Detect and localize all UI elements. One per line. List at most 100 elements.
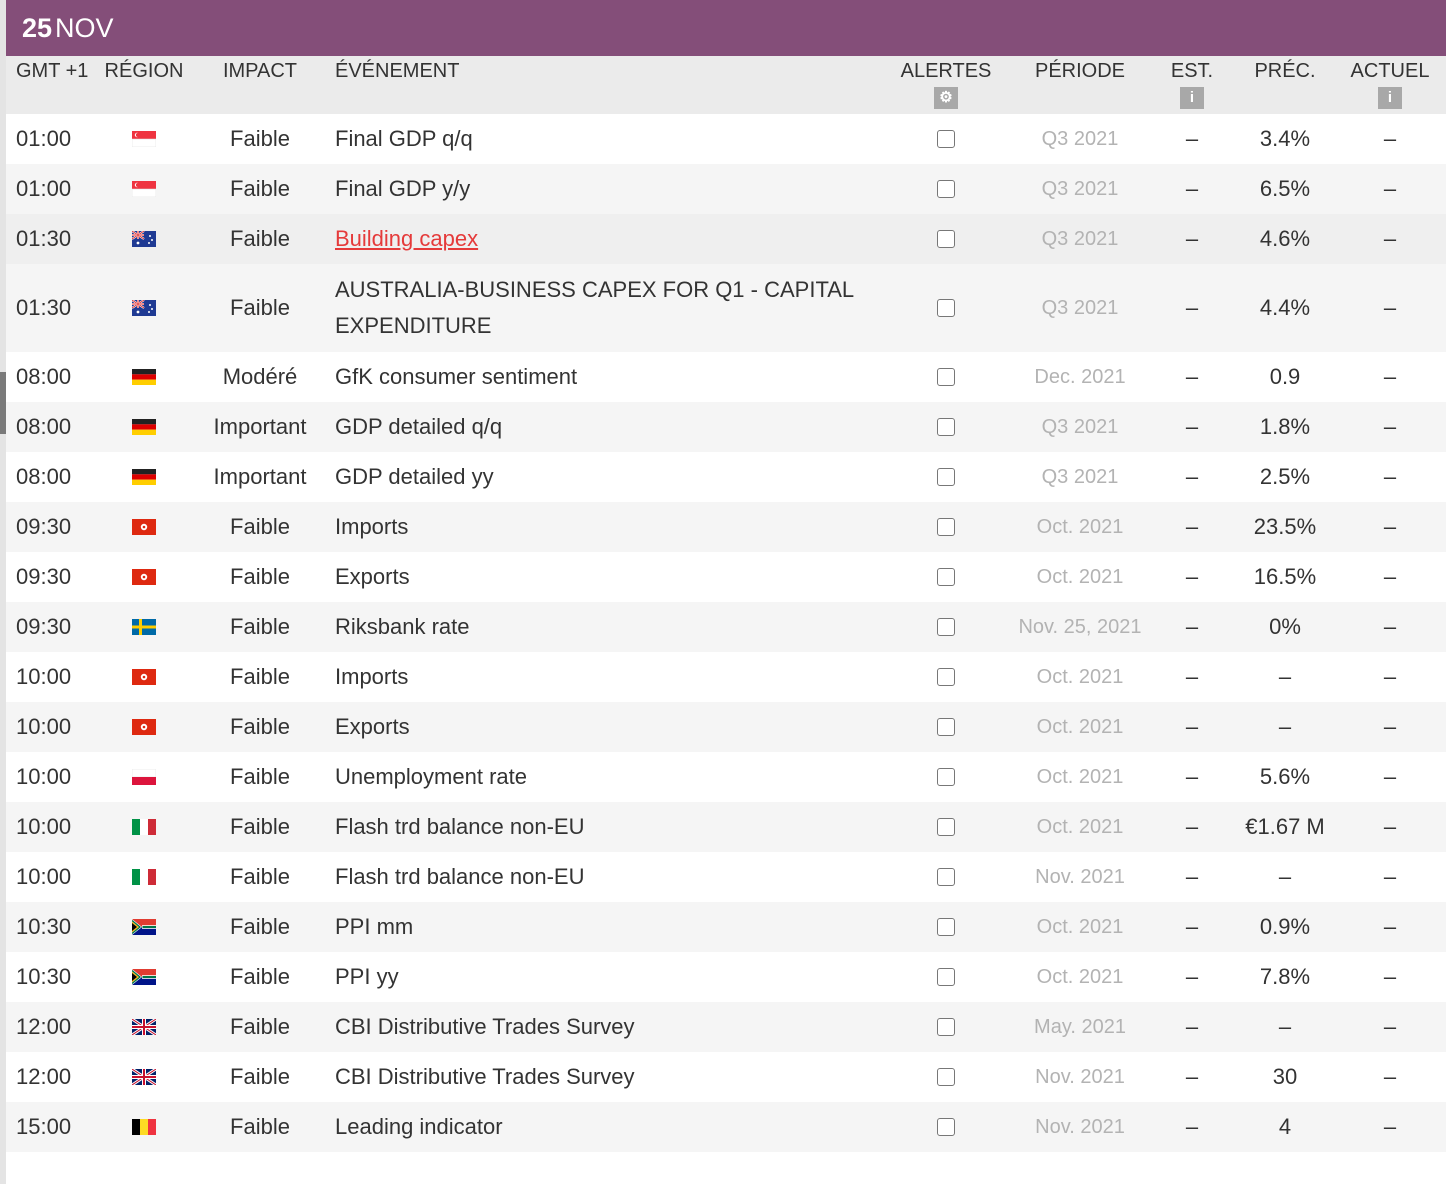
event-cell: Imports [335,502,895,552]
table-row[interactable]: 08:00 Important GDP detailed yy Q3 2021 – 2.5… [6,452,1446,502]
previous-value: 4.6% [1259,226,1311,251]
previous-value: 0.9% [1259,914,1311,939]
event-period: Nov. 25, 2021 [1018,616,1142,638]
event-cell: GfK consumer sentiment [335,352,895,402]
alert-checkbox[interactable] [937,818,955,836]
info-icon[interactable]: i [1180,87,1204,109]
alert-cell [934,214,958,264]
estimate-value: – [1185,1114,1199,1139]
table-row[interactable]: 15:00 Faible Leading indicator Nov. 2021 – 4 – [6,1102,1446,1152]
col-alerts: ALERTES ⚙ [886,60,1006,109]
event-name: PPI mm [335,914,414,939]
alert-checkbox[interactable] [937,1118,955,1136]
table-row[interactable]: 08:00 Important GDP detailed q/q Q3 2021 – 1.… [6,402,1446,452]
alert-checkbox[interactable] [937,618,955,636]
alert-checkbox[interactable] [937,1068,955,1086]
event-period: Oct. 2021 [1036,916,1124,938]
table-row[interactable]: 10:30 Faible PPI mm Oct. 2021 – 0.9% – [6,902,1446,952]
alert-checkbox[interactable] [937,868,955,886]
alert-checkbox[interactable] [937,1018,955,1036]
estimate-value: – [1185,295,1199,320]
table-row[interactable]: 10:00 Faible Flash trd balance non-EU Oct. … [6,802,1446,852]
estimate-value: – [1185,364,1199,389]
previous-value: 3.4% [1259,126,1311,151]
event-time: 09:30 [16,564,72,589]
alert-checkbox[interactable] [937,180,955,198]
event-period: May. 2021 [1034,1016,1126,1038]
alert-checkbox[interactable] [937,368,955,386]
table-row[interactable]: 12:00 Faible CBI Distributive Trades Surve… [6,1002,1446,1052]
alert-cell [934,752,958,802]
table-row[interactable]: 10:00 Faible Unemployment rate Oct. 2021 – 5.… [6,752,1446,802]
alert-checkbox[interactable] [937,918,955,936]
table-row[interactable]: 10:00 Faible Imports Oct. 2021 – – – [6,652,1446,702]
event-cell: Flash trd balance non-EU [335,802,895,852]
germany-flag-icon [132,402,156,452]
event-time: 15:00 [16,1114,72,1139]
event-time: 10:30 [16,964,72,989]
alert-cell [934,1052,958,1102]
table-row[interactable]: 08:00 Modéré GfK consumer sentiment Dec. 20… [6,352,1446,402]
alert-checkbox[interactable] [937,418,955,436]
table-row[interactable]: 01:00 Faible Final GDP y/y Q3 2021 – 6.5% – [6,164,1446,214]
table-row[interactable]: 09:30 Faible Riksbank rate Nov. 25, 2021 – 0%… [6,602,1446,652]
table-row[interactable]: 01:30 Faible AUSTRALIA-BUSINESS CAPEX FOR … [6,264,1446,352]
alert-checkbox[interactable] [937,968,955,986]
calendar-panel: 25 NOV GMT +1 RÉGION IMPACT ÉVÉNEMENT AL… [6,0,1446,1152]
actual-value: – [1383,864,1397,889]
col-event: ÉVÉNEMENT [335,60,460,82]
alert-checkbox[interactable] [937,230,955,248]
table-row[interactable]: 09:30 Faible Imports Oct. 2021 – 23.5% – [6,502,1446,552]
estimate-value: – [1185,614,1199,639]
actual-value: – [1383,1064,1397,1089]
event-time: 10:00 [16,864,72,889]
event-name: GDP detailed yy [335,464,494,489]
alert-cell [934,1002,958,1052]
estimate-value: – [1185,714,1199,739]
event-name: GDP detailed q/q [335,414,503,439]
alert-checkbox[interactable] [937,299,955,317]
alert-cell [934,852,958,902]
table-row[interactable]: 10:30 Faible PPI yy Oct. 2021 – 7.8% – [6,952,1446,1002]
event-name: Leading indicator [335,1114,503,1139]
table-row[interactable]: 12:00 Faible CBI Distributive Trades Surve… [6,1052,1446,1102]
impact-level: Important [213,414,307,439]
estimate-value: – [1185,414,1199,439]
table-row[interactable]: 10:00 Faible Flash trd balance non-EU Nov. … [6,852,1446,902]
alert-cell [934,1102,958,1152]
info-icon[interactable]: i [1378,87,1402,109]
southafrica-flag-icon [132,952,156,1002]
alert-checkbox[interactable] [937,568,955,586]
event-cell: CBI Distributive Trades Survey [335,1002,895,1052]
event-period: Oct. 2021 [1036,766,1124,788]
alert-checkbox[interactable] [937,668,955,686]
table-row[interactable]: 10:00 Faible Exports Oct. 2021 – – – [6,702,1446,752]
table-row[interactable]: 01:00 Faible Final GDP q/q Q3 2021 – 3.4% – [6,114,1446,164]
hongkong-flag-icon [132,552,156,602]
impact-level: Faible [230,226,290,251]
event-cell: CBI Distributive Trades Survey [335,1052,895,1102]
impact-level: Faible [230,1014,290,1039]
event-period: Oct. 2021 [1036,816,1124,838]
alert-checkbox[interactable] [937,130,955,148]
impact-level: Faible [230,295,290,320]
event-period: Nov. 2021 [1035,1116,1125,1138]
gear-icon[interactable]: ⚙ [934,87,958,109]
alert-cell [934,352,958,402]
event-name: Flash trd balance non-EU [335,864,585,889]
estimate-value: – [1185,1064,1199,1089]
alert-cell [934,264,958,352]
alert-checkbox[interactable] [937,468,955,486]
event-period: Nov. 2021 [1035,1066,1125,1088]
alert-checkbox[interactable] [937,518,955,536]
event-link[interactable]: Building capex [335,221,478,257]
event-time: 08:00 [16,364,72,389]
table-row[interactable]: 09:30 Faible Exports Oct. 2021 – 16.5% – [6,552,1446,602]
alert-checkbox[interactable] [937,768,955,786]
uk-flag-icon [132,1052,156,1102]
alert-checkbox[interactable] [937,718,955,736]
alert-cell [934,552,958,602]
event-period: Dec. 2021 [1034,366,1126,388]
actual-value: – [1383,964,1397,989]
table-row[interactable]: 01:30 Faible Building capex Q3 2021 – 4.6% – [6,214,1446,264]
